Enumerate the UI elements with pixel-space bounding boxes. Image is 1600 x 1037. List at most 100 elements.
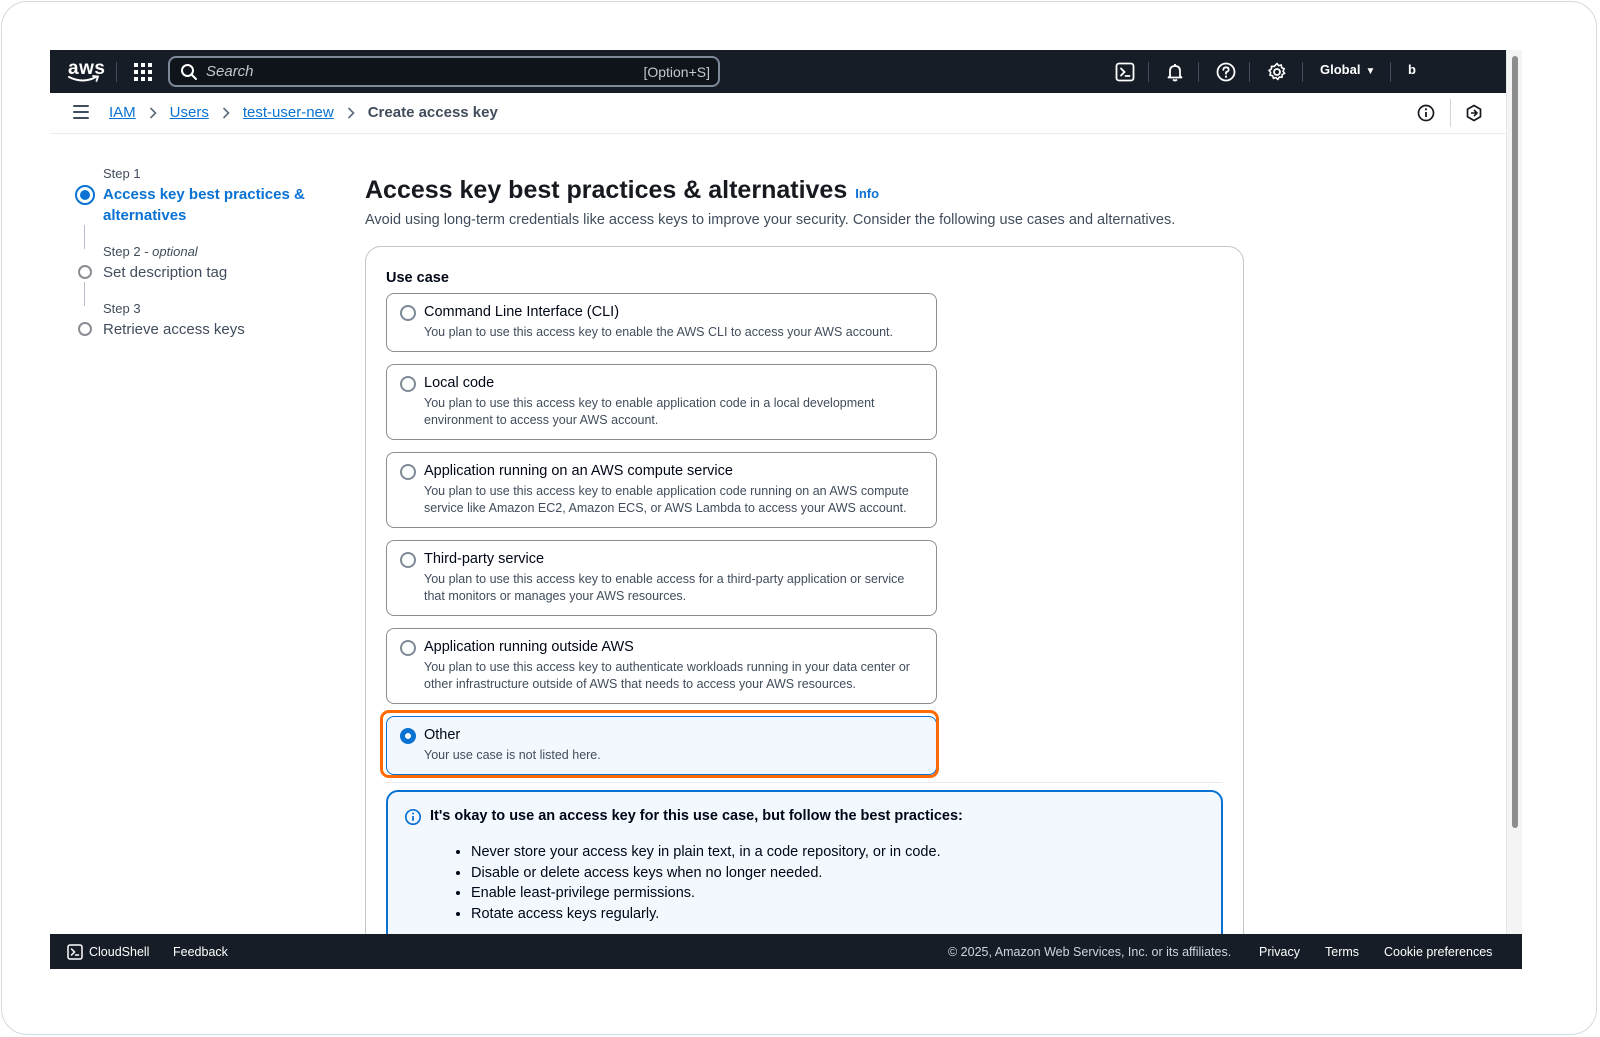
nav-separator — [1249, 62, 1250, 82]
radio-button[interactable] — [400, 640, 416, 656]
nav-separator — [1148, 62, 1149, 82]
nav-separator — [1302, 62, 1303, 82]
chevron-right-icon — [222, 106, 230, 119]
radio-button[interactable] — [400, 305, 416, 321]
aws-smile-icon — [68, 75, 100, 82]
step-title: Retrieve access keys — [103, 321, 245, 338]
settings-gear-icon[interactable] — [1266, 61, 1288, 83]
top-navigation: aws [Option+S] — [50, 50, 1522, 93]
use-case-option-local-code[interactable]: Local code You plan to use this access k… — [386, 364, 937, 440]
cloudshell-button[interactable]: CloudShell — [67, 944, 149, 960]
privacy-link[interactable]: Privacy — [1259, 945, 1300, 959]
menu-hamburger-icon[interactable] — [73, 105, 89, 119]
search-icon — [181, 63, 197, 80]
option-description: You plan to use this access key to enabl… — [424, 396, 875, 427]
list-item: Rotate access keys regularly. — [471, 904, 941, 925]
cloudshell-icon — [67, 944, 83, 960]
wizard-steps: Step 1 Access key best practices & alter… — [74, 166, 314, 358]
help-icon[interactable] — [1215, 61, 1237, 83]
use-case-option-outside-aws[interactable]: Application running outside AWS You plan… — [386, 628, 937, 704]
notifications-bell-icon[interactable] — [1164, 61, 1186, 83]
console-footer: CloudShell Feedback © 2025, Amazon Web S… — [50, 934, 1522, 969]
step-optional-label: optional — [152, 244, 198, 259]
caret-down-icon: ▼ — [1365, 66, 1376, 77]
nav-separator — [116, 62, 117, 82]
screen-frame: aws [Option+S] — [1, 1, 1597, 1035]
use-case-option-other[interactable]: Other Your use case is not listed here. — [386, 716, 937, 775]
search-shortcut: [Option+S] — [643, 63, 710, 80]
security-hexagon-icon[interactable] — [1464, 103, 1484, 123]
chevron-right-icon — [347, 106, 355, 119]
breadcrumb-current: Create access key — [367, 104, 498, 121]
cloudshell-label: CloudShell — [89, 945, 150, 959]
region-selector[interactable]: Global ▼ — [1320, 62, 1375, 77]
option-description: You plan to use this access key to enabl… — [424, 484, 909, 515]
list-item: Disable or delete access keys when no lo… — [471, 863, 941, 884]
step-title: Access key best practices & alternatives — [103, 186, 305, 224]
cookie-preferences-link[interactable]: Cookie preferences — [1384, 945, 1492, 959]
breadcrumb-bar: IAM Users test-user-new Create access ke… — [50, 93, 1506, 134]
browser-window: aws [Option+S] — [50, 50, 1522, 990]
use-case-option-aws-compute[interactable]: Application running on an AWS compute se… — [386, 452, 937, 528]
page-header: Access key best practices & alternatives… — [365, 176, 879, 205]
option-description: You plan to use this access key to authe… — [424, 660, 910, 691]
copyright-text: © 2025, Amazon Web Services, Inc. or its… — [948, 945, 1232, 959]
account-menu[interactable]: b — [1408, 62, 1416, 77]
terms-link[interactable]: Terms — [1325, 945, 1359, 959]
step-label: Step 1 — [103, 166, 141, 181]
option-description: You plan to use this access key to enabl… — [424, 572, 905, 603]
step-label: Step 2 - optional — [103, 244, 198, 259]
step-pending-indicator — [78, 322, 92, 336]
step-connector — [84, 225, 85, 249]
step-label: Step 3 — [103, 301, 141, 316]
wizard-step-3[interactable]: Step 3 Retrieve access keys — [74, 301, 314, 358]
option-title: Application running on an AWS compute se… — [424, 463, 733, 479]
option-title: Other — [424, 727, 461, 743]
option-description: Your use case is not listed here. — [424, 748, 601, 762]
list-item: Never store your access key in plain tex… — [471, 842, 941, 863]
cloudshell-icon[interactable] — [1114, 61, 1136, 83]
feedback-link[interactable]: Feedback — [173, 945, 228, 959]
page-scrollbar[interactable] — [1506, 50, 1522, 990]
info-link[interactable]: Info — [855, 186, 879, 201]
wizard-step-2[interactable]: Step 2 - optional Set description tag — [74, 244, 314, 301]
use-case-label: Use case — [386, 270, 449, 286]
option-title: Local code — [424, 375, 495, 391]
aws-logo[interactable]: aws — [66, 57, 105, 85]
breadcrumb-user[interactable]: test-user-new — [243, 104, 334, 121]
global-search[interactable]: [Option+S] — [168, 56, 720, 87]
toolbar-separator — [1450, 99, 1451, 127]
use-case-option-third-party[interactable]: Third-party service You plan to use this… — [386, 540, 937, 616]
use-case-container: Use case Command Line Interface (CLI) Yo… — [365, 246, 1244, 990]
best-practices-list: Never store your access key in plain tex… — [471, 842, 941, 924]
option-title: Third-party service — [424, 551, 545, 567]
window-bottom-area — [50, 969, 1522, 990]
option-title: Application running outside AWS — [424, 639, 634, 655]
region-label: Global — [1320, 62, 1361, 77]
page-description: Avoid using long-term credentials like a… — [365, 212, 1176, 228]
section-divider — [386, 782, 1223, 783]
step-pending-indicator — [78, 265, 92, 279]
nav-separator — [1390, 62, 1391, 82]
info-icon — [404, 808, 422, 826]
option-description: You plan to use this access key to enabl… — [424, 325, 894, 339]
breadcrumb-iam[interactable]: IAM — [109, 104, 136, 121]
info-panel-icon[interactable] — [1416, 103, 1436, 123]
services-grid-icon[interactable] — [133, 62, 153, 82]
list-item: Enable least-privilege permissions. — [471, 883, 941, 904]
use-case-option-cli[interactable]: Command Line Interface (CLI) You plan to… — [386, 293, 937, 352]
radio-button[interactable] — [400, 552, 416, 568]
chevron-right-icon — [149, 106, 157, 119]
radio-button[interactable] — [400, 464, 416, 480]
page-title: Access key best practices & alternatives — [365, 176, 848, 204]
radio-button[interactable] — [400, 376, 416, 392]
breadcrumb: IAM Users test-user-new Create access ke… — [109, 104, 498, 121]
breadcrumb-users[interactable]: Users — [170, 104, 209, 121]
search-input[interactable] — [206, 63, 644, 80]
wizard-step-1[interactable]: Step 1 Access key best practices & alter… — [74, 166, 314, 244]
step-connector — [84, 282, 85, 306]
step-title: Set description tag — [103, 264, 228, 281]
radio-button-selected[interactable] — [400, 728, 416, 744]
option-title: Command Line Interface (CLI) — [424, 304, 620, 320]
scrollbar-thumb[interactable] — [1512, 56, 1518, 828]
